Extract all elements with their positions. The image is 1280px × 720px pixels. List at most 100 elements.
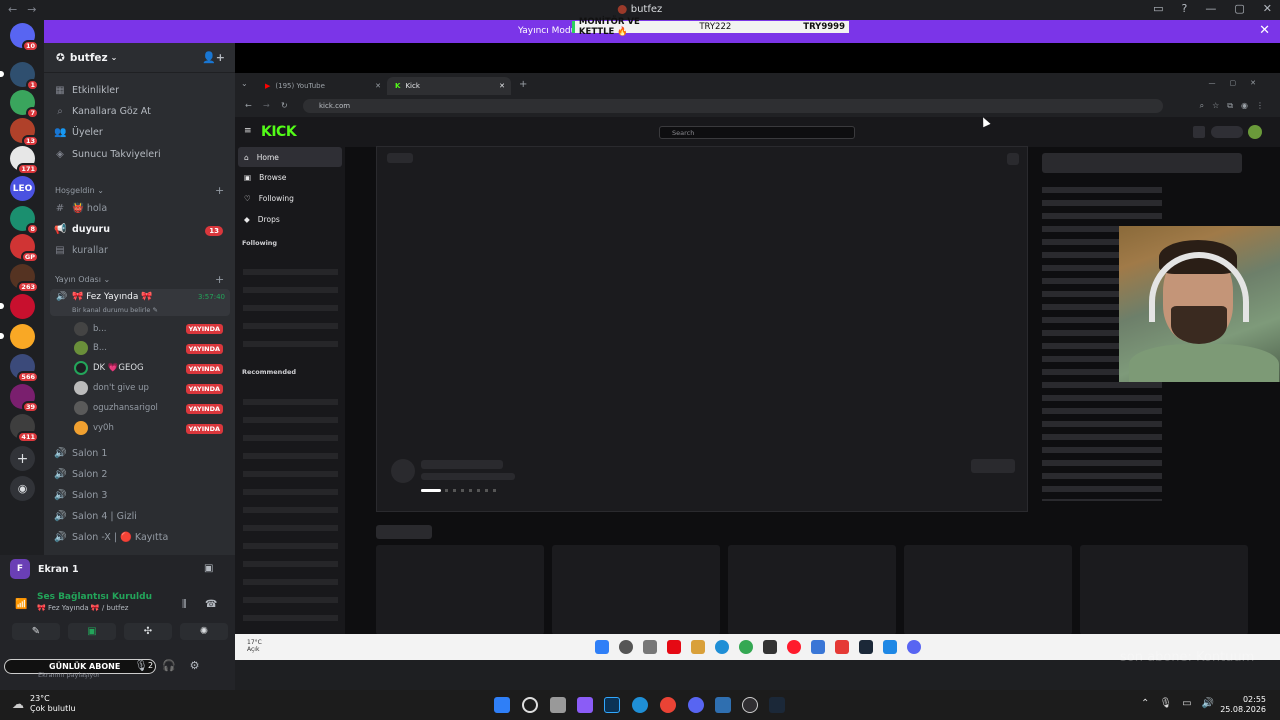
server-icon[interactable]: GP [10,234,39,263]
card-skeleton[interactable] [904,545,1072,635]
soundboard-icon[interactable]: ✺ [180,623,228,640]
featured-stream-placeholder[interactable] [376,146,1028,512]
address-bar[interactable]: kick.com [303,99,1163,113]
kick-logo[interactable]: KICK [261,124,297,140]
channel-kurallar[interactable]: ▤ kurallar [54,245,108,256]
opera-icon[interactable] [787,640,801,654]
tab-list-icon[interactable]: ⌄ [241,79,248,88]
microphone-icon[interactable]: 🎙 [1159,698,1172,709]
start-icon[interactable] [494,697,510,713]
close-button[interactable]: ✕ [1263,2,1272,15]
photoshop-icon[interactable] [604,697,620,713]
notifications-icon[interactable] [1193,126,1205,138]
back-icon[interactable]: ← [245,101,252,110]
search-icon[interactable] [522,697,538,713]
voice-channel-salon-x[interactable]: 🔊 Salon -X | 🔴 Kayıtta [54,532,168,543]
card-skeleton[interactable] [376,545,544,635]
kick-nav-following[interactable]: ♡ Following [238,188,342,208]
menu-icon[interactable]: ≡ [244,126,252,136]
menu-browse-channels[interactable]: ⌕ Kanallara Göz At [54,106,151,117]
server-icon[interactable]: 13 [10,118,39,147]
voice-channel-salon-3[interactable]: 🔊 Salon 3 [54,490,107,501]
discord-icon[interactable] [907,640,921,654]
add-channel-icon[interactable]: + [215,184,224,197]
app-icon[interactable] [883,640,897,654]
taskview-icon[interactable] [643,640,657,654]
back-arrow-icon[interactable]: ← [8,3,17,16]
server-icon[interactable]: 171 [10,146,39,175]
start-icon[interactable] [595,640,609,654]
app-icon[interactable] [691,640,705,654]
microphone-icon[interactable]: 🎙 [134,659,148,672]
screen-share-button[interactable]: ▣ [68,623,116,640]
tab-youtube[interactable]: ▶ (195) YouTube ✕ [257,77,387,95]
invite-icon[interactable]: 👤+ [202,51,225,64]
reload-icon[interactable]: ↻ [281,101,288,110]
forward-icon[interactable]: → [263,101,270,110]
maximize-button[interactable]: ▢ [1234,2,1244,15]
server-icon[interactable] [0,324,35,349]
tab-kick[interactable]: K Kick ✕ [387,77,511,95]
server-icon[interactable]: 8 [10,206,39,235]
server-icon[interactable] [0,294,35,319]
kick-nav-browse[interactable]: ▣ Browse [238,167,342,187]
server-header[interactable]: ✪ butfez ⌄ 👤+ [44,43,235,73]
voice-channel-salon-4[interactable]: 🔊 Salon 4 | Gizli [54,511,137,522]
headphones-icon[interactable]: 🎧 [162,659,176,672]
server-icon[interactable]: 566 [10,354,39,383]
kick-nav-drops[interactable]: ◆ Drops [238,209,342,229]
card-skeleton[interactable] [728,545,896,635]
taskview-icon[interactable] [550,697,566,713]
app-icon[interactable] [811,640,825,654]
server-icon[interactable]: 39 [10,384,39,413]
menu-members[interactable]: 👥 Üyeler [54,127,103,138]
status-toggle[interactable] [1211,126,1243,138]
category-stream-room[interactable]: Yayın Odası ⌄ + [55,273,224,286]
banner-close-icon[interactable]: ✕ [1259,23,1270,38]
settings-gear-icon[interactable]: ⚙ [190,659,200,672]
server-icon[interactable]: 1 [0,62,39,91]
app-icon[interactable] [715,697,731,713]
display-icon[interactable]: ▭ [1182,698,1191,709]
kick-search-input[interactable]: Search [659,126,855,139]
steam-icon[interactable] [859,640,873,654]
chevron-up-icon[interactable]: ⌃ [1141,698,1149,709]
search-icon[interactable] [619,640,633,654]
card-skeleton[interactable] [1080,545,1248,635]
help-icon[interactable]: ? [1182,2,1188,15]
steam-icon[interactable] [769,697,785,713]
profile-avatar[interactable] [1248,125,1262,139]
disconnect-icon[interactable]: ☎ [205,599,217,610]
category-welcome[interactable]: Hoşgeldin ⌄ + [55,184,224,197]
copilot-icon[interactable] [577,697,593,713]
clock[interactable]: 02:55 25.08.2026 [1220,695,1266,715]
browser-toolbar-icons[interactable]: ⌕☆⧉◉⋮ [1200,101,1272,111]
server-icon[interactable]: 10 [10,23,39,52]
edge-icon[interactable] [715,640,729,654]
channel-hola[interactable]: # 👹 hola [54,203,107,214]
weather-widget[interactable]: ☁ 23°C Çok bulutlu [12,694,76,714]
app-icon[interactable] [835,640,849,654]
app-icon[interactable] [763,640,777,654]
noise-icon[interactable]: ⫼ [182,599,187,610]
server-icon[interactable]: 411 [10,414,39,443]
menu-boosts[interactable]: ◈ Sunucu Takviyeleri [54,149,161,160]
forward-arrow-icon[interactable]: → [27,3,36,16]
server-icon[interactable]: 7 [10,90,39,119]
discover-icon[interactable]: ◉ [10,476,35,501]
popout-icon[interactable]: ▣ [204,563,213,574]
close-tab-icon[interactable]: ✕ [375,82,381,90]
camera-off-icon[interactable]: ✎ [12,623,60,640]
chrome-icon[interactable] [660,697,676,713]
volume-icon[interactable]: 🔊 [1202,698,1214,709]
kick-nav-home[interactable]: ⌂ Home [238,147,342,167]
minimize-button[interactable]: — [1205,2,1216,15]
chrome-icon[interactable] [739,640,753,654]
new-tab-button[interactable]: + [519,79,527,90]
edge-icon[interactable] [632,697,648,713]
close-tab-icon[interactable]: ✕ [499,82,505,90]
activities-icon[interactable]: ✣ [124,623,172,640]
inbox-icon[interactable]: ▭ [1153,2,1163,15]
server-icon[interactable]: 263 [10,264,39,293]
server-icon[interactable]: LEO [10,176,35,201]
